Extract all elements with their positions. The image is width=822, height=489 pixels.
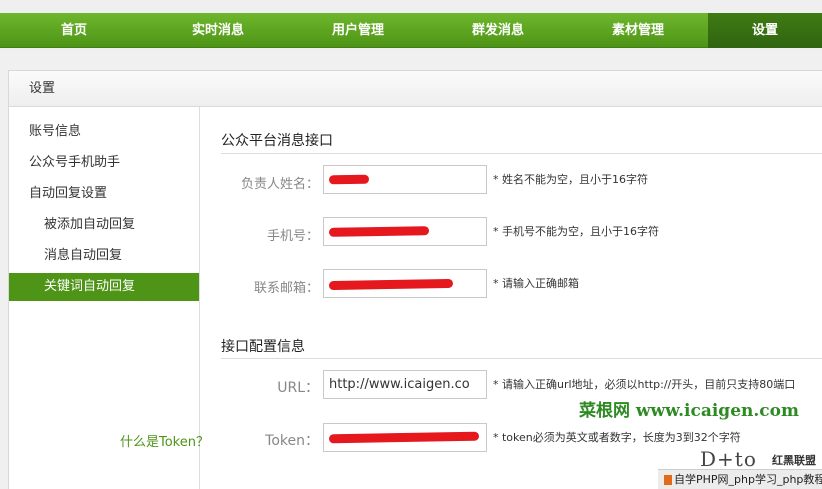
url-input[interactable]: http://www.icaigen.co xyxy=(323,370,487,399)
email-label: 联系邮箱： xyxy=(253,281,319,296)
token-label: Token： xyxy=(265,433,319,449)
owner-name-label: 负责人姓名： xyxy=(240,177,319,192)
site-watermark: 菜根网 www.icaigen.com xyxy=(579,401,799,421)
nav-item-material-management[interactable]: 素材管理 xyxy=(568,13,708,48)
section-divider xyxy=(221,153,822,154)
sidebar-item-message-auto-reply[interactable]: 消息自动回复 xyxy=(9,242,199,270)
settings-panel: 设置 账号信息 公众号手机助手 自动回复设置 被添加自动回复 消息自动回复 关键… xyxy=(8,70,822,489)
sidebar-item-account-info[interactable]: 账号信息 xyxy=(9,118,199,146)
nav-item-mass-messages[interactable]: 群发消息 xyxy=(428,13,568,48)
logo-square-icon xyxy=(664,475,672,485)
nav-item-user-management[interactable]: 用户管理 xyxy=(288,13,428,48)
logo-mark: D+to xyxy=(700,447,757,471)
nav-item-home[interactable]: 首页 xyxy=(0,13,148,48)
sidebar-item-mobile-assistant[interactable]: 公众号手机助手 xyxy=(9,149,199,177)
phone-label: 手机号： xyxy=(266,229,319,244)
redaction-scribble xyxy=(328,174,370,185)
site-logo: D+to 红黑联盟 自学PHP网_php学习_php教程 xyxy=(658,447,822,489)
nav-item-realtime-messages[interactable]: 实时消息 xyxy=(148,13,288,48)
section-title-message-interface: 公众平台消息接口 xyxy=(221,133,333,149)
what-is-token-link[interactable]: 什么是Token？ xyxy=(120,431,209,450)
owner-name-hint: * 姓名不能为空，且小于16字符 xyxy=(493,173,648,186)
main-content: 公众平台消息接口 负责人姓名： * 姓名不能为空，且小于16字符 手机号： * … xyxy=(201,107,822,489)
sidebar-item-auto-reply-settings[interactable]: 自动回复设置 xyxy=(9,180,199,208)
redaction-scribble xyxy=(328,226,430,237)
nav-item-settings[interactable]: 设置 xyxy=(708,13,822,48)
logo-cn-text: 红黑联盟 xyxy=(772,454,816,467)
logo-bottom-text: 自学PHP网_php学习_php教程 xyxy=(658,469,822,489)
nav-bar: 首页 实时消息 用户管理 群发消息 素材管理 设置 xyxy=(0,13,822,48)
top-nav: 首页 实时消息 用户管理 群发消息 素材管理 设置 xyxy=(0,0,822,50)
sidebar-item-keyword-auto-reply[interactable]: 关键词自动回复 xyxy=(9,273,199,301)
email-hint: * 请输入正确邮箱 xyxy=(493,277,579,290)
url-label: URL： xyxy=(277,380,319,396)
panel-title: 设置 xyxy=(9,71,822,107)
token-hint: * token必须为英文或者数字，长度为3到32个字符 xyxy=(493,431,741,444)
phone-hint: * 手机号不能为空，且小于16字符 xyxy=(493,225,659,238)
url-hint: * 请输入正确url地址，必须以http://开头，目前只支持80端口 xyxy=(493,378,796,391)
section-title-interface-config: 接口配置信息 xyxy=(221,339,305,355)
sidebar-item-added-auto-reply[interactable]: 被添加自动回复 xyxy=(9,211,199,239)
section-divider xyxy=(221,358,822,359)
